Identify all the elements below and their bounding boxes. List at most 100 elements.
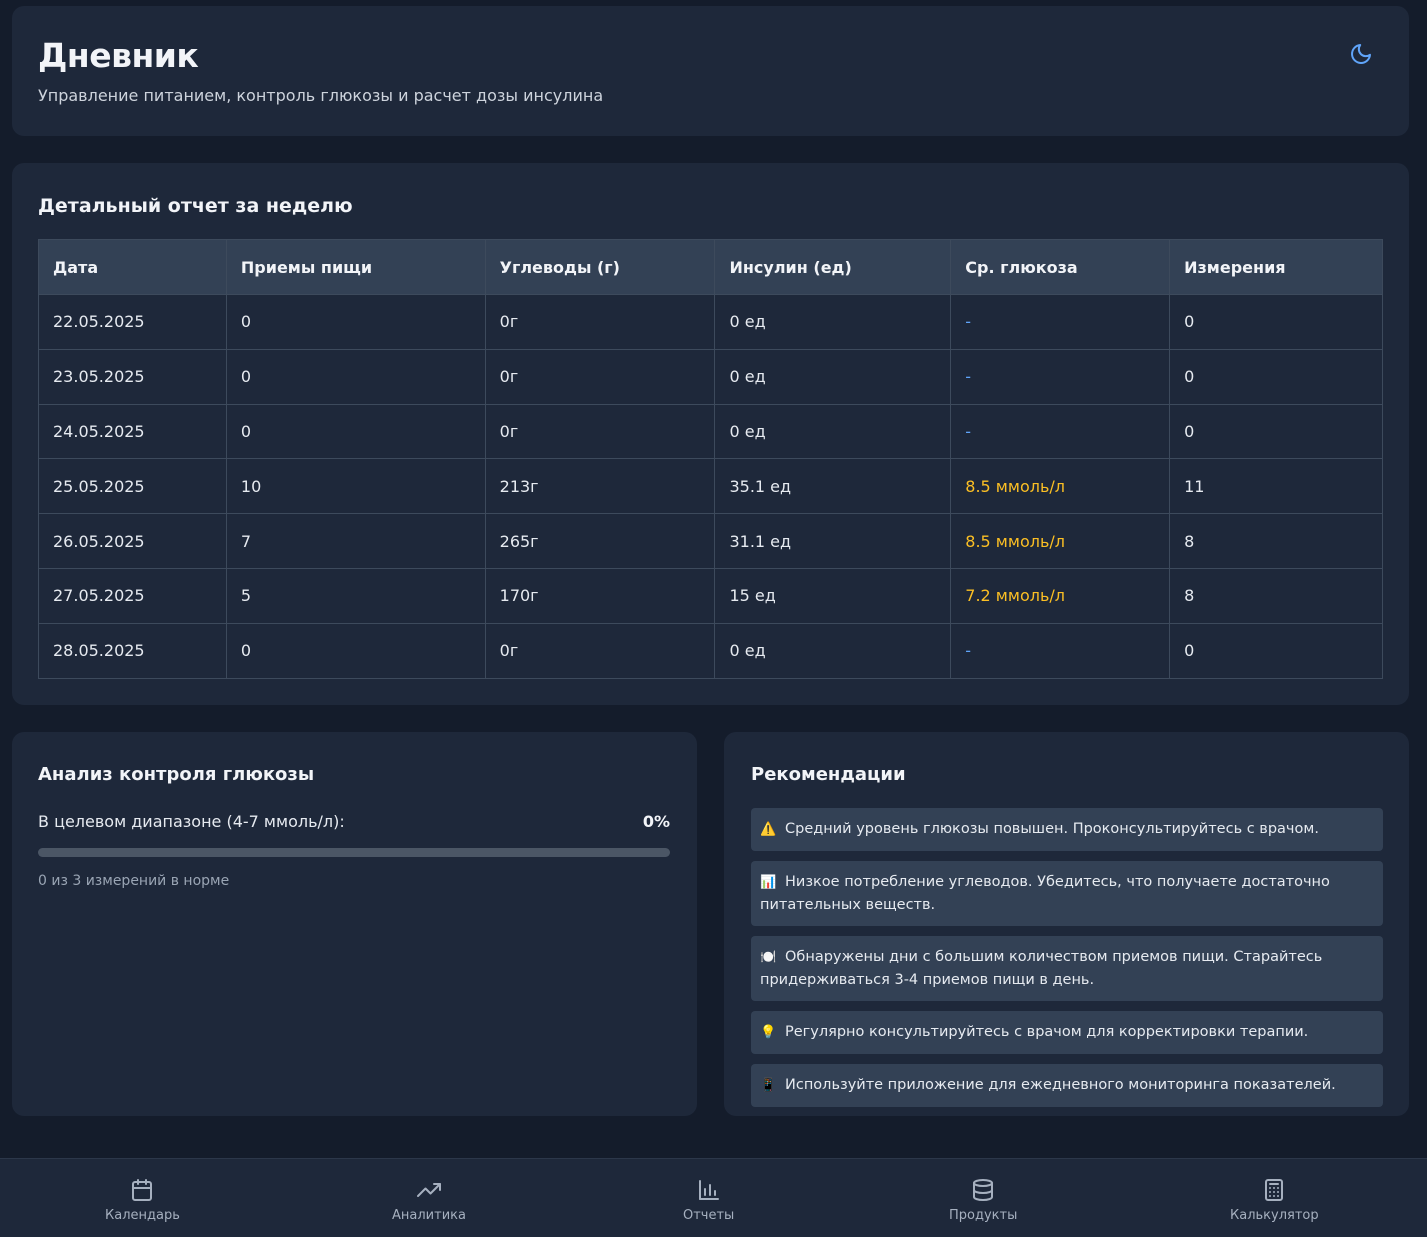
bar-chart-emoji-icon: 📊 <box>760 875 777 890</box>
cell-carbs: 170г <box>484 567 716 624</box>
header-card: Дневник Управление питанием, контроль гл… <box>12 6 1409 136</box>
page-title: Дневник <box>38 36 199 75</box>
cell-measurements: 0 <box>1169 622 1383 679</box>
recommendation-text: Обнаружены дни с большим количеством при… <box>760 949 1323 988</box>
calculator-icon <box>1261 1177 1287 1203</box>
cell-date: 27.05.2025 <box>38 567 227 624</box>
recommendation-item: 🍽️ Обнаружены дни с большим количеством п… <box>751 936 1383 1001</box>
measurements-in-range-note: 0 из 3 измерений в норме <box>38 873 230 889</box>
column-header-glucose: Ср. глюкоза <box>950 239 1171 295</box>
cell-measurements: 11 <box>1169 458 1383 515</box>
cell-carbs: 0г <box>484 348 716 405</box>
nav-item-calculator[interactable]: Калькулятор <box>1230 1177 1319 1223</box>
nav-label: Календарь <box>105 1208 180 1223</box>
recommendation-text: Используйте приложение для ежедневного м… <box>785 1077 1336 1093</box>
recommendation-text: Регулярно консультируйтесь с врачом для … <box>785 1024 1309 1040</box>
report-table: Дата Приемы пищи Углеводы (г) Инсулин (е… <box>38 239 1383 679</box>
cell-date: 25.05.2025 <box>38 458 227 515</box>
target-range-percent: 0% <box>642 812 670 831</box>
page-subtitle: Управление питанием, контроль глюкозы и … <box>38 86 604 105</box>
target-range-label: В целевом диапазоне (4-7 ммоль/л): <box>38 812 345 831</box>
cell-date: 22.05.2025 <box>38 294 227 350</box>
nav-item-calendar[interactable]: Календарь <box>105 1177 180 1223</box>
table-row: 26.05.2025 7 265г 31.1 ед 8.5 ммоль/л 8 <box>38 513 1383 569</box>
report-title: Детальный отчет за неделю <box>38 195 353 217</box>
cell-insulin: 35.1 ед <box>714 458 952 515</box>
column-header-date: Дата <box>38 239 227 295</box>
cell-glucose: 8.5 ммоль/л <box>950 458 1171 515</box>
calendar-icon <box>129 1177 155 1203</box>
database-icon <box>970 1177 996 1203</box>
glucose-analysis-card: Анализ контроля глюкозы В целевом диапаз… <box>12 732 697 1116</box>
table-row: 28.05.2025 0 0г 0 ед - 0 <box>38 622 1383 679</box>
bar-chart-icon <box>696 1177 722 1203</box>
nav-label: Продукты <box>949 1208 1018 1223</box>
cell-insulin: 0 ед <box>714 348 952 405</box>
recommendation-item: ⚠️ Средний уровень глюкозы повышен. Проко… <box>751 808 1383 851</box>
cell-glucose: 7.2 ммоль/л <box>950 567 1171 624</box>
cell-glucose: - <box>950 403 1171 460</box>
table-row: 22.05.2025 0 0г 0 ед - 0 <box>38 294 1383 350</box>
table-row: 27.05.2025 5 170г 15 ед 7.2 ммоль/л 8 <box>38 567 1383 624</box>
bottom-navigation: Календарь Аналитика Отчеты Продукты Каль… <box>0 1158 1427 1237</box>
cell-measurements: 0 <box>1169 294 1383 350</box>
cell-glucose: - <box>950 622 1171 679</box>
recommendation-text: Средний уровень глюкозы повышен. Проконс… <box>785 821 1319 837</box>
cell-meals: 5 <box>225 567 486 624</box>
recommendations-title: Рекомендации <box>751 764 906 785</box>
cell-insulin: 0 ед <box>714 622 952 679</box>
recommendation-text: Низкое потребление углеводов. Убедитесь,… <box>760 874 1330 913</box>
cell-insulin: 31.1 ед <box>714 513 952 569</box>
cell-date: 23.05.2025 <box>38 348 227 405</box>
cell-meals: 10 <box>225 458 486 515</box>
table-row: 24.05.2025 0 0г 0 ед - 0 <box>38 403 1383 460</box>
cell-date: 28.05.2025 <box>38 622 227 679</box>
cell-meals: 0 <box>225 622 486 679</box>
recommendations-list: ⚠️ Средний уровень глюкозы повышен. Проко… <box>751 808 1383 1117</box>
weekly-report-card: Детальный отчет за неделю Дата Приемы пи… <box>12 163 1409 705</box>
nav-label: Аналитика <box>392 1208 466 1223</box>
nav-label: Отчеты <box>683 1208 735 1223</box>
cell-meals: 0 <box>225 348 486 405</box>
table-row: 23.05.2025 0 0г 0 ед - 0 <box>38 348 1383 405</box>
cell-date: 24.05.2025 <box>38 403 227 460</box>
column-header-measurements: Измерения <box>1169 239 1383 295</box>
warning-icon: ⚠️ <box>760 822 777 837</box>
cell-carbs: 0г <box>484 622 716 679</box>
recommendation-item: 📱 Используйте приложение для ежедневного … <box>751 1064 1383 1107</box>
nav-label: Калькулятор <box>1230 1208 1319 1223</box>
recommendation-item: 📊 Низкое потребление углеводов. Убедитесь… <box>751 861 1383 926</box>
cell-carbs: 265г <box>484 513 716 569</box>
cell-meals: 7 <box>225 513 486 569</box>
cell-carbs: 0г <box>484 294 716 350</box>
cell-meals: 0 <box>225 294 486 350</box>
column-header-insulin: Инсулин (ед) <box>714 239 952 295</box>
cell-insulin: 0 ед <box>714 403 952 460</box>
trending-up-icon <box>416 1177 442 1203</box>
table-row: 25.05.2025 10 213г 35.1 ед 8.5 ммоль/л 1… <box>38 458 1383 515</box>
target-range-progress-bar <box>38 848 670 857</box>
analysis-title: Анализ контроля глюкозы <box>38 764 315 785</box>
cell-measurements: 8 <box>1169 567 1383 624</box>
nav-item-analytics[interactable]: Аналитика <box>392 1177 466 1223</box>
cell-carbs: 213г <box>484 458 716 515</box>
nav-item-reports[interactable]: Отчеты <box>683 1177 734 1223</box>
cell-meals: 0 <box>225 403 486 460</box>
column-header-meals: Приемы пищи <box>225 239 486 295</box>
cell-insulin: 15 ед <box>714 567 952 624</box>
lightbulb-icon: 💡 <box>760 1025 777 1040</box>
cell-measurements: 0 <box>1169 403 1383 460</box>
nav-item-products[interactable]: Продукты <box>949 1177 1017 1223</box>
moon-icon <box>1351 44 1371 64</box>
table-header-row: Дата Приемы пищи Углеводы (г) Инсулин (е… <box>38 239 1383 295</box>
cell-date: 26.05.2025 <box>38 513 227 569</box>
recommendation-item: 💡 Регулярно консультируйтесь с врачом для… <box>751 1011 1383 1054</box>
plate-icon: 🍽️ <box>760 950 777 965</box>
recommendations-card: Рекомендации ⚠️ Средний уровень глюкозы п… <box>724 732 1409 1116</box>
cell-glucose: - <box>950 294 1171 350</box>
theme-toggle-button[interactable] <box>1346 39 1376 69</box>
cell-glucose: 8.5 ммоль/л <box>950 513 1171 569</box>
cell-glucose: - <box>950 348 1171 405</box>
phone-icon: 📱 <box>760 1078 777 1093</box>
cell-carbs: 0г <box>484 403 716 460</box>
